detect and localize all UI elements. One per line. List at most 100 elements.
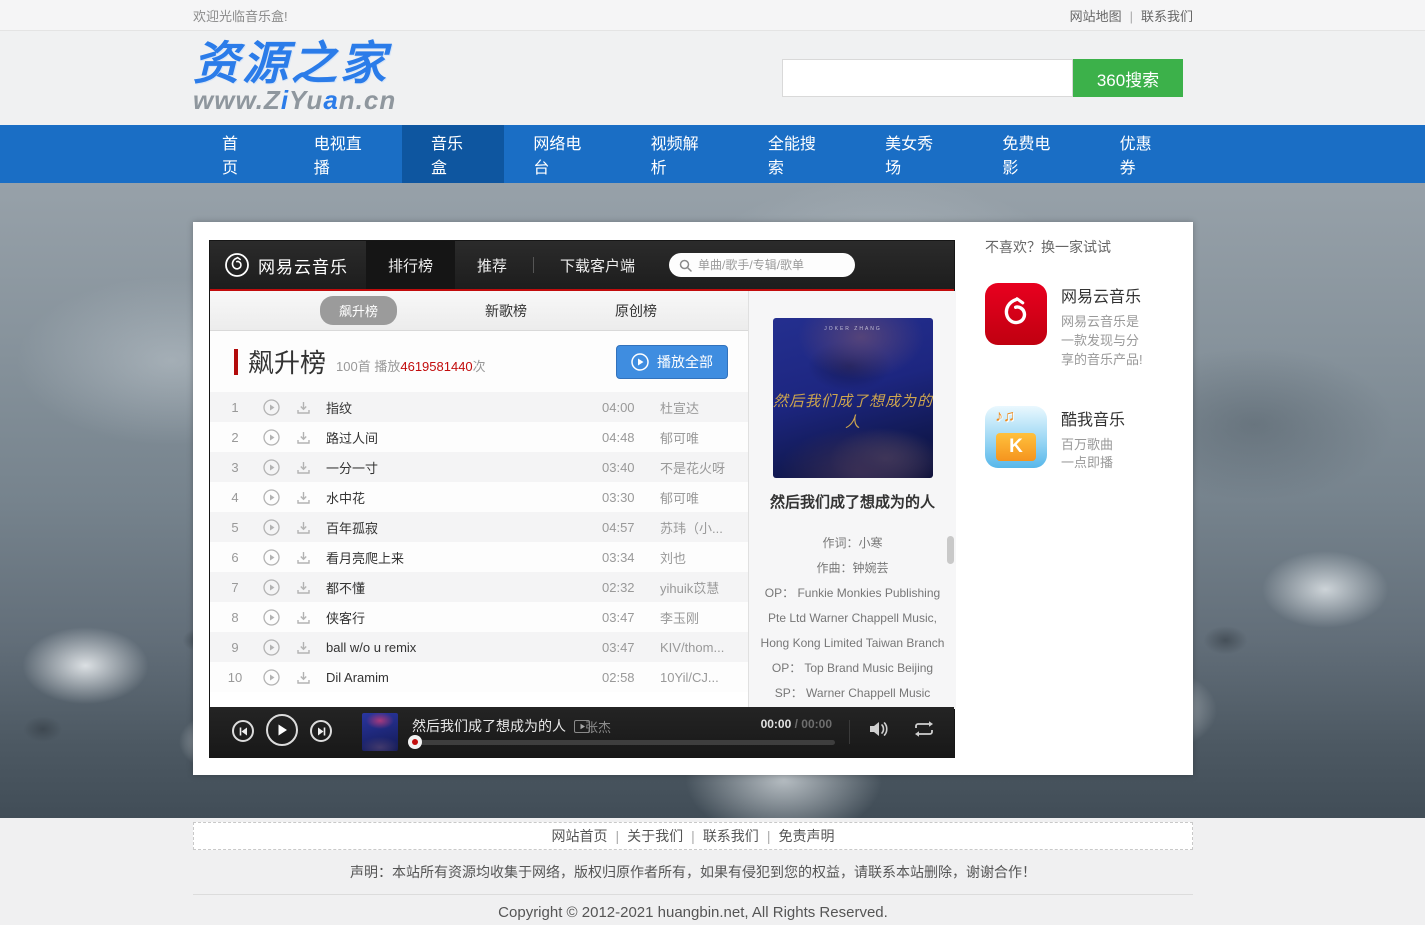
row-play-icon[interactable]: [262, 398, 280, 416]
song-artist[interactable]: KIV/thom...: [660, 640, 748, 655]
app-netease[interactable]: 网易云音乐 网易云音乐是 一款发现与分 享的音乐产品!: [985, 283, 1185, 370]
row-play-icon[interactable]: [262, 488, 280, 506]
row-download-icon[interactable]: [294, 428, 312, 446]
nav-item-video-parse[interactable]: 视频解析: [622, 125, 739, 183]
subtab-original[interactable]: 原创榜: [615, 301, 657, 321]
row-play-icon[interactable]: [262, 458, 280, 476]
list-title: 飙升榜: [248, 343, 326, 380]
song-artist[interactable]: 郁可唯: [660, 488, 748, 507]
site-search-input[interactable]: [782, 59, 1073, 97]
row-download-icon[interactable]: [294, 488, 312, 506]
nav-item-coupons[interactable]: 优惠券: [1091, 125, 1193, 183]
sitemap-link[interactable]: 网站地图: [1070, 9, 1122, 24]
song-artist[interactable]: yihuik苡慧: [660, 578, 748, 597]
footer-link-disclaimer[interactable]: 免责声明: [778, 826, 834, 846]
kuwo-app-icon[interactable]: ♪♫ K: [985, 406, 1047, 468]
site-logo[interactable]: 资源之家 www.ZiYuan.cn: [193, 39, 396, 113]
song-artist[interactable]: 杜宣达: [660, 398, 748, 417]
tab-download-client[interactable]: 下载客户端: [538, 241, 657, 289]
search-360-button[interactable]: 360搜索: [1073, 59, 1183, 97]
netease-app-icon[interactable]: [985, 283, 1047, 345]
nav-item-search[interactable]: 全能搜索: [739, 125, 856, 183]
scrollbar-thumb[interactable]: [947, 536, 954, 564]
top-links: 网站地图|联系我们: [1070, 6, 1193, 25]
row-play-icon[interactable]: [262, 638, 280, 656]
row-play-icon[interactable]: [262, 428, 280, 446]
song-title[interactable]: 一分一寸: [326, 458, 602, 477]
widget-search-input[interactable]: [698, 258, 838, 272]
song-row[interactable]: 1 指纹 04:00 杜宣达: [210, 392, 748, 422]
song-row[interactable]: 9 ball w/o u remix 03:47 KIV/thom...: [210, 632, 748, 662]
song-row[interactable]: 3 一分一寸 03:40 不是花火呀: [210, 452, 748, 482]
song-row[interactable]: 2 路过人间 04:48 郁可唯: [210, 422, 748, 452]
credit-line: OP： Funkie Monkies Publishing: [749, 581, 956, 606]
row-play-icon[interactable]: [262, 578, 280, 596]
repeat-icon[interactable]: [912, 719, 936, 739]
nav-item-tv[interactable]: 电视直播: [285, 125, 402, 183]
row-download-icon[interactable]: [294, 578, 312, 596]
nav-item-radio[interactable]: 网络电台: [504, 125, 621, 183]
tab-ranking[interactable]: 排行榜: [366, 241, 455, 289]
song-title[interactable]: ball w/o u remix: [326, 640, 602, 655]
song-artist[interactable]: 李玉刚: [660, 608, 748, 627]
song-artist[interactable]: 郁可唯: [660, 428, 748, 447]
nav-item-beauty[interactable]: 美女秀场: [856, 125, 973, 183]
row-play-icon[interactable]: [262, 668, 280, 686]
song-artist[interactable]: 刘也: [660, 548, 748, 567]
player-artist[interactable]: 张杰: [585, 717, 611, 736]
row-download-icon[interactable]: [294, 608, 312, 626]
progress-knob[interactable]: [408, 735, 422, 749]
song-title[interactable]: Dil Aramim: [326, 670, 602, 685]
player-album-thumbnail[interactable]: [362, 713, 398, 751]
song-artist[interactable]: 10Yil/CJ...: [660, 670, 748, 685]
song-title[interactable]: 百年孤寂: [326, 518, 602, 537]
row-play-icon[interactable]: [262, 548, 280, 566]
contact-link[interactable]: 联系我们: [1141, 9, 1193, 24]
play-all-button[interactable]: 播放全部: [616, 345, 728, 379]
previous-button[interactable]: [232, 720, 254, 742]
song-artist[interactable]: 苏玮（小...: [660, 518, 748, 537]
song-title[interactable]: 侠客行: [326, 608, 602, 627]
row-play-icon[interactable]: [262, 608, 280, 626]
next-button[interactable]: [310, 720, 332, 742]
row-play-icon[interactable]: [262, 518, 280, 536]
row-download-icon[interactable]: [294, 638, 312, 656]
netease-app-name[interactable]: 网易云音乐: [1061, 283, 1143, 307]
row-download-icon[interactable]: [294, 548, 312, 566]
song-row[interactable]: 6 看月亮爬上来 03:34 刘也: [210, 542, 748, 572]
row-download-icon[interactable]: [294, 458, 312, 476]
row-download-icon[interactable]: [294, 398, 312, 416]
song-title[interactable]: 看月亮爬上来: [326, 548, 602, 567]
footer-link-about[interactable]: 关于我们: [627, 826, 683, 846]
time-display: 00:00 / 00:00: [761, 717, 832, 731]
song-title[interactable]: 指纹: [326, 398, 602, 417]
app-kuwo[interactable]: ♪♫ K 酷我音乐 百万歌曲 一点即播: [985, 406, 1185, 474]
row-download-icon[interactable]: [294, 668, 312, 686]
subtab-new-songs[interactable]: 新歌榜: [485, 301, 527, 321]
song-title[interactable]: 路过人间: [326, 428, 602, 447]
song-artist[interactable]: 不是花火呀: [660, 458, 748, 477]
progress-bar[interactable]: [410, 740, 835, 745]
kuwo-app-name[interactable]: 酷我音乐: [1061, 406, 1125, 430]
nav-item-movies[interactable]: 免费电影: [973, 125, 1090, 183]
song-row[interactable]: 10 Dil Aramim 02:58 10Yil/CJ...: [210, 662, 748, 692]
volume-icon[interactable]: [868, 719, 890, 739]
song-title[interactable]: 都不懂: [326, 578, 602, 597]
subtab-soaring[interactable]: 飙升榜: [320, 296, 397, 325]
song-duration: 03:47: [602, 610, 660, 625]
play-button[interactable]: [266, 714, 298, 746]
song-row[interactable]: 7 都不懂 02:32 yihuik苡慧: [210, 572, 748, 602]
netease-brand[interactable]: 网易云音乐: [210, 252, 366, 278]
footer-link-contact[interactable]: 联系我们: [703, 826, 759, 846]
footer-link-home[interactable]: 网站首页: [552, 826, 608, 846]
now-playing-pane: JOKER ZHANG 然后我们成了想成为的人 然后我们成了想成为的人 作词：小…: [748, 291, 956, 709]
album-art[interactable]: JOKER ZHANG 然后我们成了想成为的人: [773, 318, 933, 478]
song-row[interactable]: 4 水中花 03:30 郁可唯: [210, 482, 748, 512]
song-title[interactable]: 水中花: [326, 488, 602, 507]
nav-item-home[interactable]: 首 页: [193, 125, 285, 183]
song-row[interactable]: 8 侠客行 03:47 李玉刚: [210, 602, 748, 632]
tab-recommend[interactable]: 推荐: [455, 241, 529, 289]
row-download-icon[interactable]: [294, 518, 312, 536]
song-row[interactable]: 5 百年孤寂 04:57 苏玮（小...: [210, 512, 748, 542]
nav-item-musicbox[interactable]: 音乐盒: [402, 125, 504, 183]
